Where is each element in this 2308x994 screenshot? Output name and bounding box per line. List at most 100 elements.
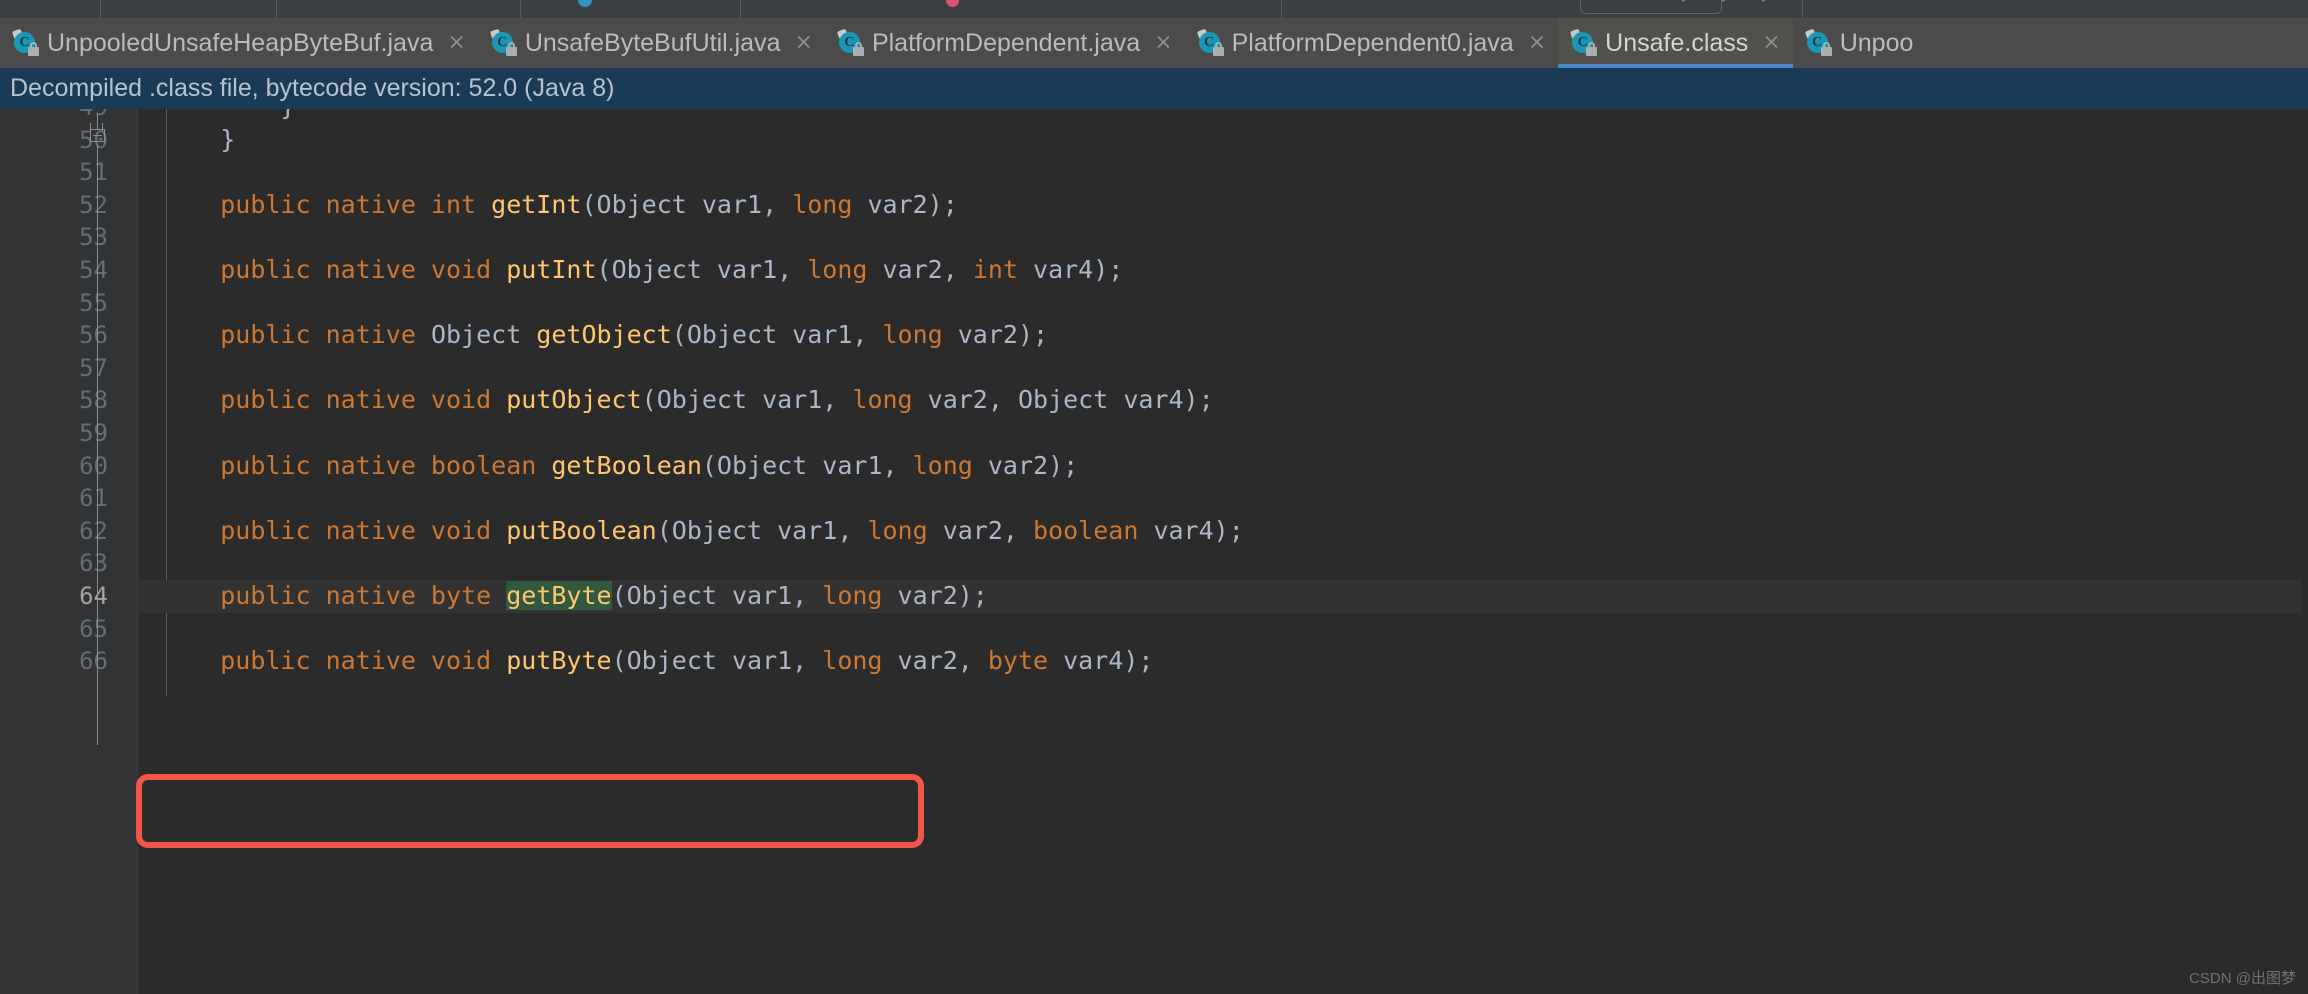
close-icon[interactable]: × (1154, 32, 1172, 54)
code-line[interactable]: 59 (0, 417, 2308, 450)
code-line[interactable]: 50 } (0, 124, 2308, 157)
code-token: (Object var1, (641, 385, 853, 415)
code-token: long (852, 385, 928, 415)
code-line[interactable]: 52 public native int getInt(Object var1,… (0, 189, 2308, 222)
debug-run-icon[interactable]: ▶ (1722, 0, 1734, 5)
code-line[interactable]: 66 public native void putByte(Object var… (0, 645, 2308, 678)
close-icon[interactable]: × (1762, 32, 1780, 54)
java-class-locked-icon: C (836, 28, 864, 56)
code-line[interactable]: 58 public native void putObject(Object v… (0, 384, 2308, 417)
code-line[interactable]: 64 public native byte getByte(Object var… (0, 579, 2308, 613)
code-line[interactable]: 61 (0, 482, 2308, 515)
code-token: long (822, 580, 898, 610)
code-line[interactable]: 54 public native void putInt(Object var1… (0, 254, 2308, 287)
editor-tab[interactable]: C Unpoo (1792, 18, 1926, 68)
code-text[interactable]: public native void putInt(Object var1, l… (160, 254, 1123, 287)
editor-tab[interactable]: C UnpooledUnsafeHeapByteBuf.java × (0, 18, 478, 68)
coverage-run-icon[interactable]: ▶ (1762, 0, 1774, 5)
code-text[interactable]: public native int getInt(Object var1, lo… (160, 189, 958, 222)
code-line[interactable]: 60 public native boolean getBoolean(Obje… (0, 450, 2308, 483)
code-line[interactable]: 63 (0, 547, 2308, 580)
code-token: var2); (957, 320, 1049, 350)
close-icon[interactable]: × (1528, 32, 1546, 54)
editor-scrollbar[interactable] (2302, 218, 2308, 994)
editor-tab-label: Unpoo (1839, 28, 1914, 57)
line-number: 58 (79, 386, 108, 415)
code-text[interactable]: public native void putByte(Object var1, … (160, 645, 1153, 678)
code-text[interactable]: public native byte getByte(Object var1, … (160, 580, 988, 613)
line-number: 54 (79, 255, 108, 284)
code-text[interactable]: } (160, 109, 295, 124)
editor-tab[interactable]: C PlatformDependent.java × (824, 18, 1185, 68)
code-token: (Object var1, (656, 515, 868, 545)
code-line[interactable]: 56 public native Object getObject(Object… (0, 319, 2308, 352)
java-class-locked-icon: C (1570, 28, 1598, 56)
code-editor[interactable]: 49 }50 }5152 public native int getInt(Ob… (0, 109, 2308, 994)
line-number: 65 (79, 614, 108, 643)
editor-tab-label: PlatformDependent.java (871, 28, 1141, 57)
code-token: long (882, 320, 958, 350)
toolbar-red-dot-icon[interactable] (946, 0, 959, 7)
code-text[interactable]: public native boolean getBoolean(Object … (160, 450, 1078, 483)
code-token: } (280, 109, 295, 121)
editor-tab-label: PlatformDependent0.java (1231, 28, 1514, 57)
code-token: byte (987, 646, 1064, 676)
close-icon[interactable]: × (447, 32, 465, 54)
folding-collapse-box-icon[interactable] (90, 129, 105, 142)
toolbar-blue-dot-icon[interactable] (578, 0, 592, 7)
toolbar-separator (276, 0, 277, 18)
close-icon[interactable]: × (795, 32, 813, 54)
code-token: boolean (1033, 515, 1154, 545)
toolbar-glyph-icon[interactable]: / (300, 0, 304, 4)
line-number: 55 (79, 288, 108, 317)
code-line[interactable]: 51 (0, 156, 2308, 189)
code-token: int (972, 254, 1034, 284)
annotation-highlight-box (136, 774, 924, 848)
code-line[interactable]: 57 (0, 352, 2308, 385)
run-configuration-selector[interactable] (1580, 0, 1722, 14)
code-token: } (220, 124, 236, 154)
code-line[interactable]: 62 public native void putBoolean(Object … (0, 515, 2308, 548)
folding-stem-down (97, 145, 98, 745)
code-token: (Object var1, (611, 646, 823, 676)
line-number: 61 (79, 484, 108, 513)
code-token: var4); (1063, 646, 1154, 676)
editor-tab-bar[interactable]: C UnpooledUnsafeHeapByteBuf.java × C UnsafeB… (0, 18, 2308, 68)
run-icon[interactable]: ▶ (1682, 0, 1694, 5)
code-lines[interactable]: 49 }50 }5152 public native int getInt(Ob… (0, 109, 2308, 678)
line-number: 63 (79, 549, 108, 578)
editor-tab[interactable]: C Unsafe.class × (1558, 18, 1793, 68)
code-folding-marker[interactable] (88, 113, 108, 745)
code-line[interactable]: 55 (0, 287, 2308, 320)
code-line[interactable]: 53 (0, 221, 2308, 254)
code-token: (Object var1, (671, 320, 883, 350)
code-token: public native (220, 320, 431, 350)
toolbar-glyph-icon[interactable]: / (740, 0, 744, 4)
code-line[interactable]: 65 (0, 613, 2308, 646)
toolbar-separator (1281, 0, 1282, 18)
notification-message: Decompiled .class file, bytecode version… (10, 74, 615, 102)
main-toolbar-strip[interactable]: / / / ▶ ▶ ▶ (0, 0, 2308, 19)
code-text[interactable]: } (160, 124, 235, 157)
code-token: public native byte (220, 580, 507, 610)
code-text[interactable]: public native void putObject(Object var1… (160, 384, 1213, 417)
code-text[interactable]: public native Object getObject(Object va… (160, 319, 1048, 352)
toolbar-glyph-icon[interactable]: / (160, 0, 164, 4)
code-line[interactable]: 49 } (0, 109, 2308, 124)
code-token: getObject (536, 320, 672, 350)
java-class-locked-icon: C (11, 28, 39, 56)
editor-tab[interactable]: C PlatformDependent0.java × (1184, 18, 1559, 68)
toolbar-separator (1802, 0, 1803, 18)
code-token: long (807, 254, 883, 284)
code-token: var2); (897, 580, 988, 610)
line-number: 56 (79, 321, 108, 350)
code-text[interactable]: public native void putBoolean(Object var… (160, 515, 1244, 548)
code-token: putByte (506, 646, 612, 676)
editor-tab[interactable]: C UnsafeByteBufUtil.java × (477, 18, 825, 68)
line-number: 57 (79, 353, 108, 382)
